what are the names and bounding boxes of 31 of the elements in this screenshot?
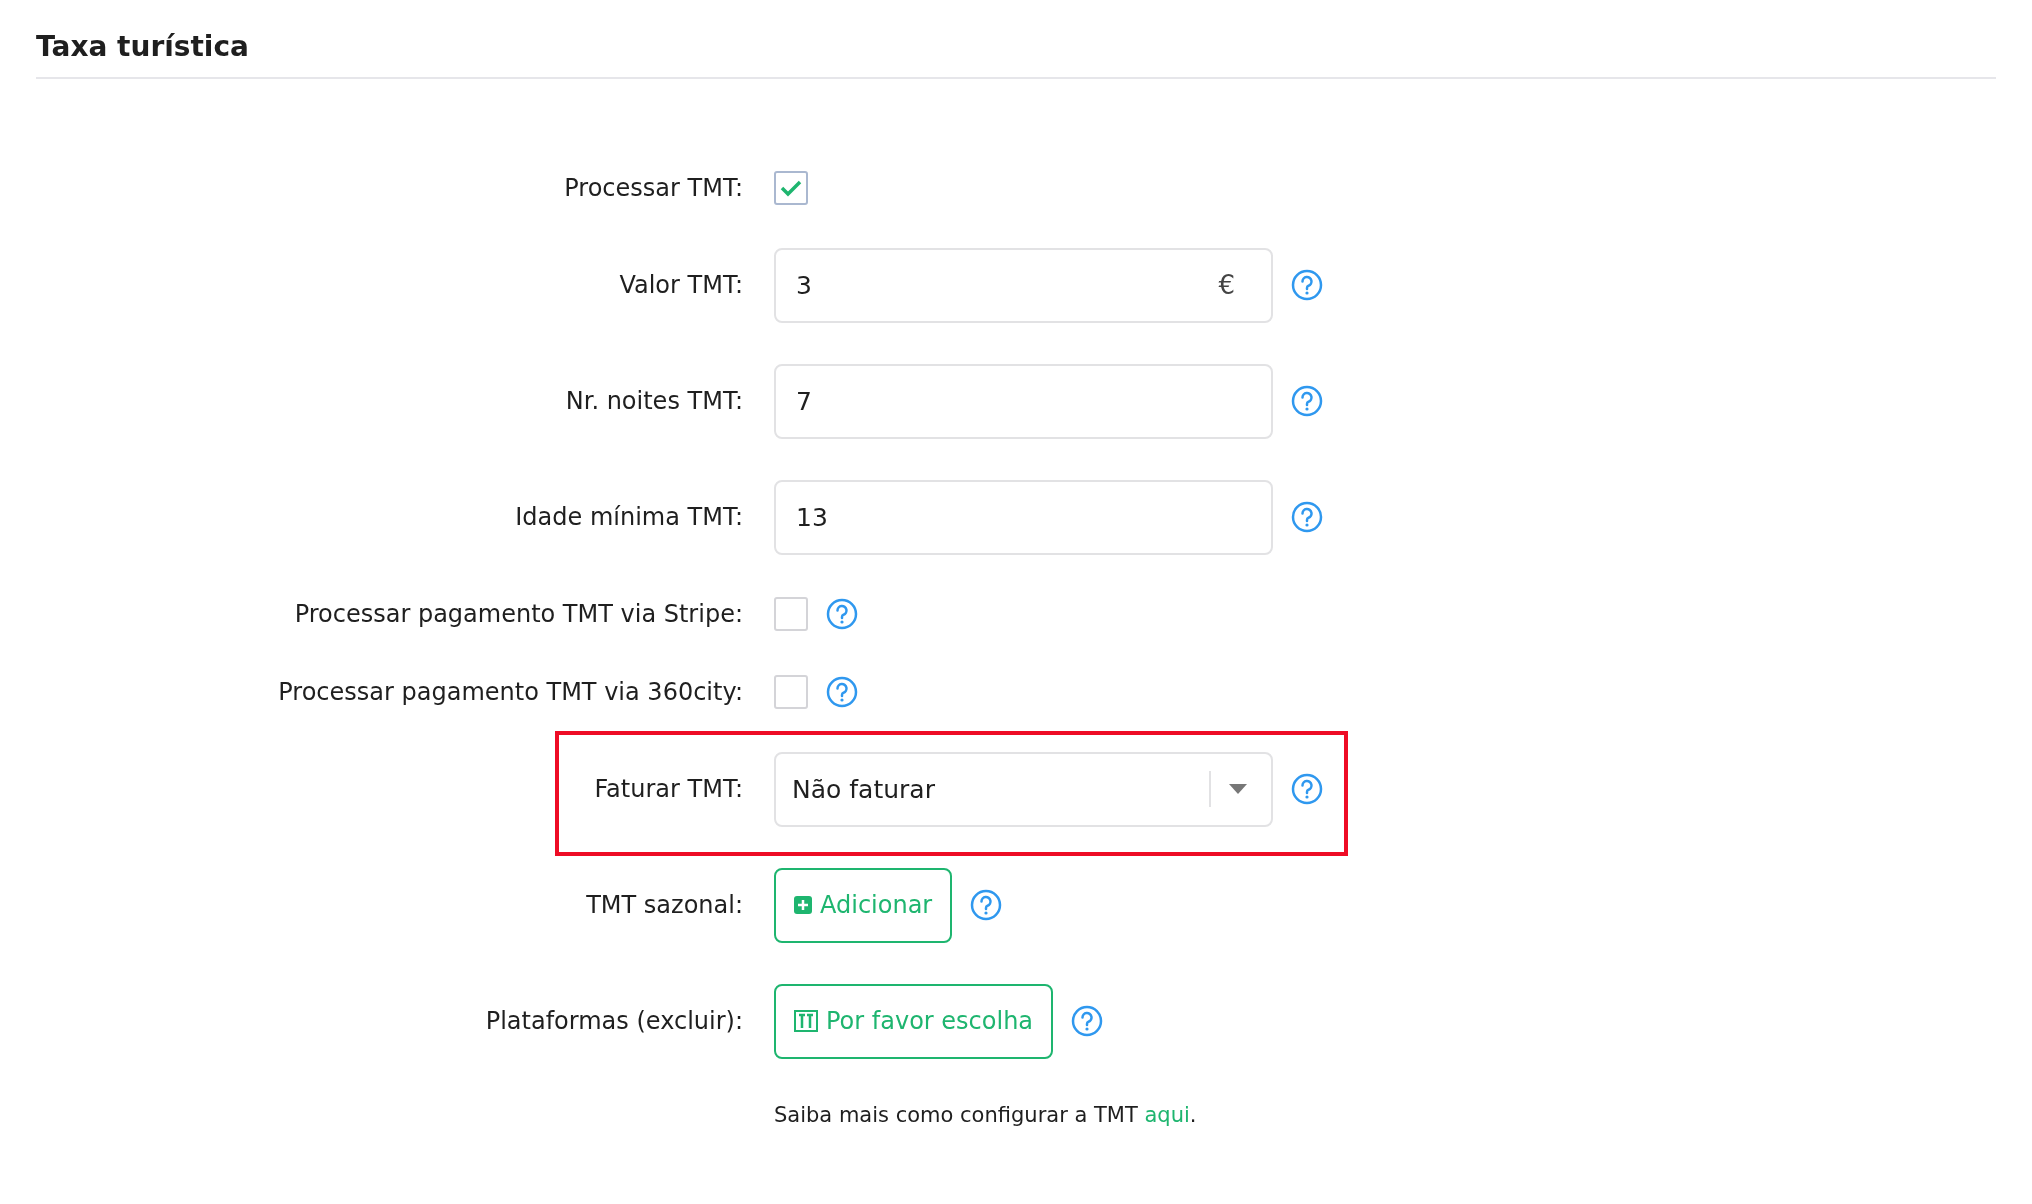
field-label: Processar TMT: [564, 174, 743, 202]
field-label: Processar pagamento TMT via Stripe: [294, 600, 743, 628]
help-icon[interactable] [1071, 1005, 1104, 1037]
field-label: TMT sazonal: [586, 891, 743, 919]
checkmark-icon [780, 179, 802, 197]
field-label: Valor TMT: [619, 271, 743, 299]
field-label: Plataformas (excluir): [485, 1007, 743, 1035]
columns-icon [794, 1010, 818, 1032]
field-label: Processar pagamento TMT via 360city: [278, 678, 743, 706]
checkbox[interactable] [774, 597, 808, 631]
help-icon[interactable] [826, 598, 858, 630]
help-icon[interactable] [1291, 269, 1323, 301]
caret-icon [1229, 784, 1247, 794]
checkbox[interactable] [774, 171, 808, 205]
field-label: Faturar TMT: [594, 775, 743, 803]
help-icon[interactable] [1291, 385, 1323, 417]
select-dropdown[interactable]: Não faturar [774, 751, 1273, 827]
currency-suffix: € [1218, 270, 1235, 300]
help-icon[interactable] [1291, 501, 1323, 533]
plus-square-icon [794, 896, 812, 914]
text-field[interactable]: 13 [774, 479, 1273, 555]
text-field[interactable]: 3 € [774, 247, 1273, 323]
field-label: Idade mínima TMT: [515, 503, 743, 531]
help-icon[interactable] [826, 676, 858, 708]
help-icon[interactable] [970, 889, 1003, 921]
help-note: Saiba mais como configurar a TMT aqui. [774, 1103, 1198, 1127]
field-label: Nr. noites TMT: [565, 387, 743, 415]
section-title: Taxa turística [36, 30, 1996, 79]
checkbox[interactable] [774, 675, 808, 709]
text-field[interactable]: 7 [774, 363, 1273, 439]
help-icon[interactable] [1291, 773, 1323, 805]
